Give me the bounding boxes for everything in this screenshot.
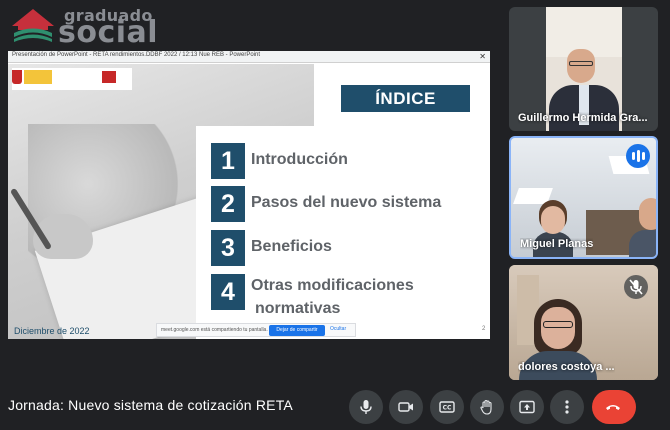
more-options-icon (565, 400, 569, 414)
raise-hand-icon (480, 399, 492, 415)
captions-button[interactable]: CC (430, 390, 464, 424)
government-logo (12, 68, 132, 90)
presentation-titlebar: Presentación de PowerPoint - RETA rendim… (8, 51, 490, 63)
screen-share-notice: meet.google.com está compartiendo tu pan… (156, 323, 356, 337)
participant-name: dolores costoya ... (518, 361, 615, 373)
slide-page-number: 2 (482, 326, 486, 332)
participant-tile[interactable]: Guillermo Hermida Gra... (509, 7, 658, 131)
index-number: 3 (211, 230, 245, 266)
hide-notice-button[interactable]: Ocultar (330, 326, 346, 332)
svg-text:CC: CC (443, 405, 452, 412)
meeting-title: Jornada: Nuevo sistema de cotización RET… (8, 397, 293, 413)
slide: ÍNDICE 1 Introducción 2 Pasos del nuevo … (8, 64, 490, 339)
present-icon (519, 400, 535, 414)
speaking-indicator-icon (626, 144, 650, 168)
meet-window: graduado social Presentación de PowerPoi… (0, 0, 670, 430)
end-call-button[interactable] (592, 390, 636, 424)
meeting-controls-bar: Jornada: Nuevo sistema de cotización RET… (0, 386, 670, 430)
slide-heading: ÍNDICE (341, 85, 470, 112)
index-label: Otras modificaciones normativas (251, 274, 414, 320)
participant-name: Miguel Planas (520, 238, 594, 250)
close-icon[interactable]: ✕ (479, 52, 486, 61)
mic-button[interactable] (349, 390, 383, 424)
camera-button[interactable] (389, 390, 423, 424)
index-number: 4 (211, 274, 245, 310)
house-logo-icon (12, 9, 54, 42)
logo-text-line2: social (58, 15, 159, 50)
shared-presentation[interactable]: Presentación de PowerPoint - RETA rendim… (8, 51, 490, 339)
raise-hand-button[interactable] (470, 390, 504, 424)
index-label-line1: Otras modificaciones (251, 277, 414, 294)
share-notice-text: meet.google.com está compartiendo tu pan… (161, 327, 268, 333)
index-label: Introducción (251, 151, 348, 168)
index-number: 2 (211, 186, 245, 222)
index-label-line2: normativas (255, 300, 341, 317)
stop-sharing-button[interactable]: Dejar de compartir (269, 325, 325, 336)
more-options-button[interactable] (550, 390, 584, 424)
participant-tile-active-speaker[interactable]: Miguel Planas (509, 136, 658, 259)
index-number: 1 (211, 143, 245, 179)
muted-mic-icon (624, 275, 648, 299)
captions-icon: CC (439, 401, 455, 413)
presentation-window-title: Presentación de PowerPoint - RETA rendim… (12, 52, 261, 58)
end-call-icon (606, 405, 620, 410)
mic-icon (360, 400, 372, 414)
present-now-button[interactable] (510, 390, 544, 424)
participant-name: Guillermo Hermida Gra... (518, 112, 648, 124)
index-label: Pasos del nuevo sistema (251, 194, 442, 211)
participant-tile[interactable]: dolores costoya ... (509, 265, 658, 380)
camera-icon (398, 402, 413, 412)
graduado-social-logo: graduado social (8, 6, 168, 50)
slide-date: Diciembre de 2022 (14, 326, 90, 336)
index-label: Beneficios (251, 238, 332, 255)
